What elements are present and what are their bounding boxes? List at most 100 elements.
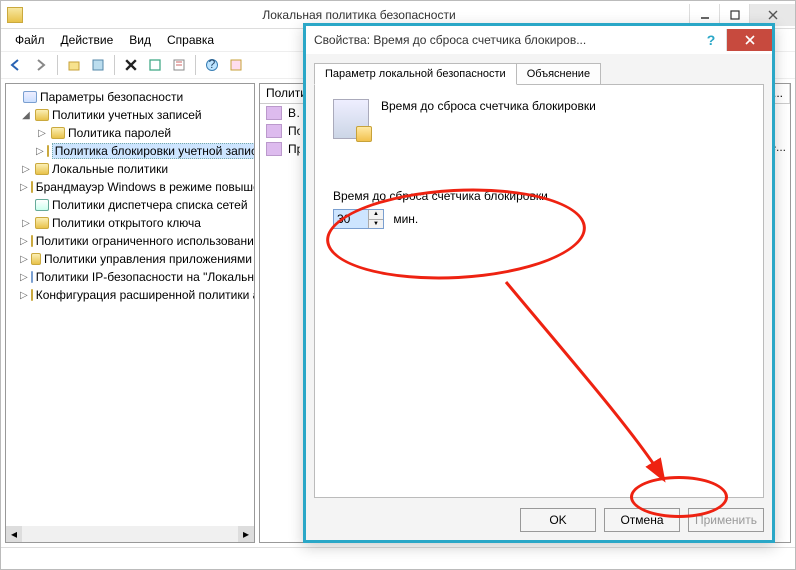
list-item-label: По bbox=[288, 124, 300, 138]
ok-button[interactable]: OK bbox=[520, 508, 596, 532]
spin-down-button[interactable]: ▼ bbox=[369, 220, 383, 229]
forward-button[interactable] bbox=[30, 54, 52, 76]
dialog-close-button[interactable] bbox=[726, 29, 772, 51]
shield-icon bbox=[31, 271, 33, 283]
tree-node-password-policy[interactable]: ▷ Политика паролей bbox=[8, 124, 252, 142]
tree-label: Политики управления приложениями bbox=[44, 252, 252, 266]
folder-icon bbox=[47, 145, 49, 157]
policy-name: Время до сброса счетчика блокировки bbox=[381, 99, 596, 113]
expander-icon[interactable]: ▷ bbox=[36, 146, 44, 157]
tree-node-app-control[interactable]: ▷ Политики управления приложениями bbox=[8, 250, 252, 268]
policy-icon bbox=[266, 124, 282, 138]
folder-icon bbox=[51, 127, 65, 139]
tab-explanation[interactable]: Объяснение bbox=[516, 63, 601, 85]
menu-file[interactable]: Файл bbox=[7, 30, 53, 50]
menu-action[interactable]: Действие bbox=[53, 30, 122, 50]
minutes-input[interactable] bbox=[334, 210, 368, 228]
export-button[interactable] bbox=[168, 54, 190, 76]
tree-node-account-policies[interactable]: ◢ Политики учетных записей bbox=[8, 106, 252, 124]
tab-page: Время до сброса счетчика блокировки Врем… bbox=[314, 84, 764, 498]
app-icon bbox=[7, 7, 23, 23]
menu-help[interactable]: Справка bbox=[159, 30, 222, 50]
statusbar bbox=[1, 547, 795, 569]
list-item-label: Время до сброса счетчика блокировки bbox=[288, 106, 300, 120]
expander-icon[interactable]: ▷ bbox=[36, 128, 48, 139]
policy-icon bbox=[266, 106, 282, 120]
tabstrip: Параметр локальной безопасности Объяснен… bbox=[314, 62, 764, 84]
main-window: Локальная политика безопасности Файл Дей… bbox=[0, 0, 796, 570]
expander-icon[interactable]: ▷ bbox=[20, 254, 28, 265]
tree-node-public-key[interactable]: ▷ Политики открытого ключа bbox=[8, 214, 252, 232]
expander-icon[interactable]: ▷ bbox=[20, 182, 28, 193]
tree-label: Конфигурация расширенной политики аудита bbox=[36, 288, 255, 302]
menu-view[interactable]: Вид bbox=[121, 30, 159, 50]
dialog-title: Свойства: Время до сброса счетчика блоки… bbox=[314, 33, 696, 47]
expander-icon[interactable]: ◢ bbox=[20, 110, 32, 121]
tree-root[interactable]: Параметры безопасности bbox=[8, 88, 252, 106]
folder-icon bbox=[31, 289, 33, 301]
tree-node-ipsec[interactable]: ▷ Политики IP-безопасности на "Локальный … bbox=[8, 268, 252, 286]
tree-node-network-list[interactable]: Политики диспетчера списка сетей bbox=[8, 196, 252, 214]
folder-icon bbox=[35, 217, 49, 229]
tree-label: Политики IP-безопасности на "Локальный к… bbox=[36, 270, 255, 284]
expander-icon[interactable]: ▷ bbox=[20, 164, 32, 175]
spinner-buttons: ▲ ▼ bbox=[368, 210, 383, 228]
folder-icon bbox=[31, 235, 33, 247]
unit-label: мин. bbox=[393, 212, 418, 226]
horizontal-scrollbar[interactable]: ◂ ▸ bbox=[6, 526, 254, 542]
separator-icon bbox=[57, 55, 58, 75]
properties-button[interactable] bbox=[87, 54, 109, 76]
folder-icon bbox=[35, 109, 49, 121]
tree-label: Политики диспетчера списка сетей bbox=[52, 198, 248, 212]
apply-button[interactable]: Применить bbox=[688, 508, 764, 532]
svg-text:?: ? bbox=[209, 58, 216, 71]
policy-large-icon bbox=[333, 99, 369, 139]
spin-up-button[interactable]: ▲ bbox=[369, 210, 383, 220]
scroll-right-icon[interactable]: ▸ bbox=[238, 526, 254, 542]
expander-icon[interactable]: ▷ bbox=[20, 272, 28, 283]
dialog-titlebar: Свойства: Время до сброса счетчика блоки… bbox=[306, 26, 772, 54]
extra-button[interactable] bbox=[225, 54, 247, 76]
scroll-track[interactable] bbox=[22, 526, 238, 542]
tree-label: Политика блокировки учетной записи bbox=[52, 143, 255, 159]
back-button[interactable] bbox=[6, 54, 28, 76]
properties-dialog: Свойства: Время до сброса счетчика блоки… bbox=[303, 23, 775, 543]
delete-button[interactable] bbox=[120, 54, 142, 76]
scroll-left-icon[interactable]: ◂ bbox=[6, 526, 22, 542]
dialog-help-button[interactable]: ? bbox=[696, 32, 726, 48]
separator-icon bbox=[114, 55, 115, 75]
tree-node-lockout-policy[interactable]: ▷ Политика блокировки учетной записи bbox=[8, 142, 252, 160]
folder-icon bbox=[35, 199, 49, 211]
tree-label: Параметры безопасности bbox=[40, 90, 183, 104]
tree-label: Политики открытого ключа bbox=[52, 216, 201, 230]
expander-icon[interactable]: ▷ bbox=[20, 236, 28, 247]
tree-node-audit[interactable]: ▷ Конфигурация расширенной политики аудит… bbox=[8, 286, 252, 304]
tree-label: Политики учетных записей bbox=[52, 108, 202, 122]
tree-label: Политика паролей bbox=[68, 126, 171, 140]
field-area: Время до сброса счетчика блокировки ▲ ▼ … bbox=[333, 189, 745, 229]
tree-label: Политики ограниченного использования про… bbox=[36, 234, 255, 248]
tree-panel[interactable]: Параметры безопасности ◢ Политики учетных… bbox=[5, 83, 255, 543]
dialog-buttons: OK Отмена Применить bbox=[314, 508, 764, 532]
help-button[interactable]: ? bbox=[201, 54, 223, 76]
tab-local-security-param[interactable]: Параметр локальной безопасности bbox=[314, 63, 517, 85]
expander-icon[interactable]: ▷ bbox=[20, 218, 32, 229]
dialog-body: Параметр локальной безопасности Объяснен… bbox=[306, 54, 772, 540]
policy-icon bbox=[266, 142, 282, 156]
up-button[interactable] bbox=[63, 54, 85, 76]
tree-label: Брандмауэр Windows в режиме повышенной б… bbox=[36, 180, 255, 194]
folder-icon bbox=[31, 253, 41, 265]
tree-node-firewall[interactable]: ▷ Брандмауэр Windows в режиме повышенной … bbox=[8, 178, 252, 196]
field-label: Время до сброса счетчика блокировки bbox=[333, 189, 745, 203]
cancel-button[interactable]: Отмена bbox=[604, 508, 680, 532]
tree-node-software-restriction[interactable]: ▷ Политики ограниченного использования пр… bbox=[8, 232, 252, 250]
window-title: Локальная политика безопасности bbox=[29, 8, 689, 22]
tree-label: Локальные политики bbox=[52, 162, 168, 176]
expander-icon[interactable]: ▷ bbox=[20, 290, 28, 301]
folder-icon bbox=[31, 181, 33, 193]
list-item-label: Пр bbox=[288, 142, 300, 156]
security-icon bbox=[23, 91, 37, 103]
separator-icon bbox=[195, 55, 196, 75]
tree-node-local-policies[interactable]: ▷ Локальные политики bbox=[8, 160, 252, 178]
refresh-button[interactable] bbox=[144, 54, 166, 76]
